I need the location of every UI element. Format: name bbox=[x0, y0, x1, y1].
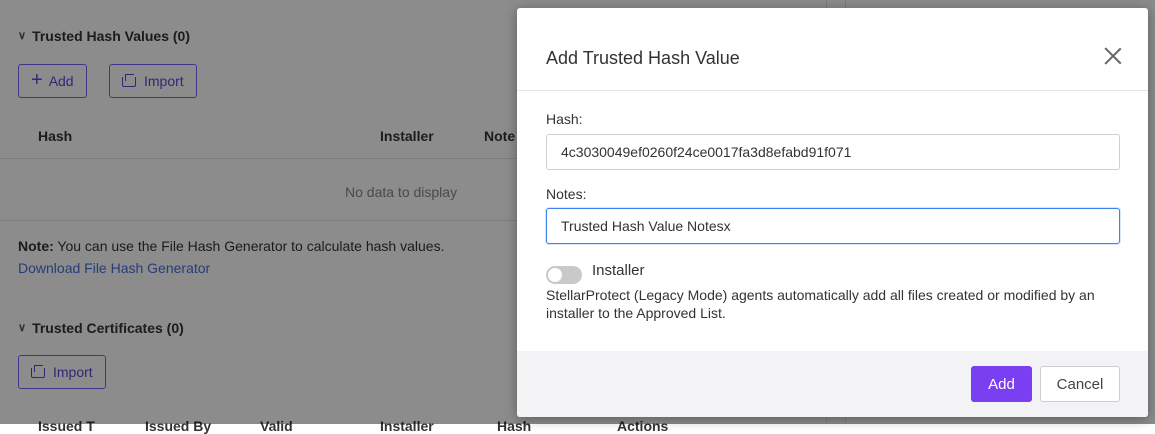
dialog-title: Add Trusted Hash Value bbox=[546, 48, 740, 68]
close-icon[interactable] bbox=[1104, 47, 1122, 65]
add-trusted-hash-dialog: Add Trusted Hash Value Hash: Notes: Inst… bbox=[517, 8, 1148, 417]
notes-label: Notes: bbox=[546, 186, 587, 202]
installer-toggle[interactable] bbox=[546, 266, 582, 284]
toggle-knob bbox=[548, 268, 562, 282]
hash-input[interactable] bbox=[546, 134, 1120, 170]
notes-input[interactable] bbox=[546, 208, 1120, 244]
cancel-button[interactable]: Cancel bbox=[1040, 366, 1120, 402]
dialog-footer: Add Cancel bbox=[517, 351, 1148, 417]
hash-label: Hash: bbox=[546, 111, 583, 127]
installer-toggle-label: Installer bbox=[592, 262, 645, 279]
installer-help-text: StellarProtect (Legacy Mode) agents auto… bbox=[546, 287, 1095, 321]
dialog-header: Add Trusted Hash Value bbox=[517, 8, 1148, 91]
add-button[interactable]: Add bbox=[971, 366, 1032, 402]
